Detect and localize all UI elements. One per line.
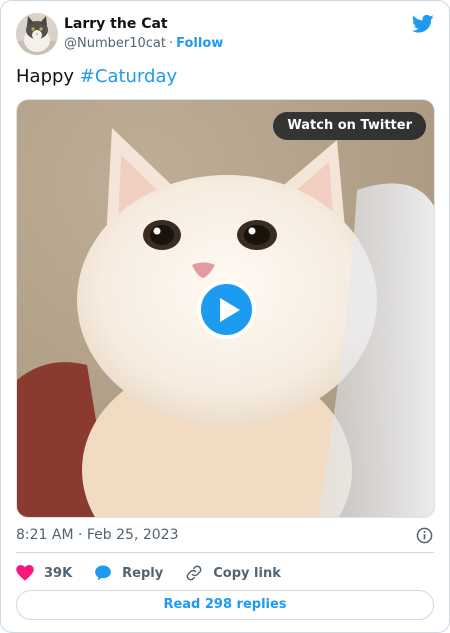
author-handle-row: @Number10cat · Follow bbox=[64, 36, 223, 51]
link-icon bbox=[186, 565, 202, 581]
tweet-timestamp[interactable]: 8:21 AM · Feb 25, 2023 bbox=[16, 527, 178, 543]
info-icon[interactable] bbox=[416, 527, 433, 544]
separator-dot: · bbox=[168, 36, 174, 51]
watch-on-twitter-button[interactable]: Watch on Twitter bbox=[273, 112, 426, 140]
tweet-text-prefix: Happy bbox=[16, 66, 80, 87]
read-replies-button[interactable]: Read 298 replies bbox=[16, 590, 434, 620]
action-bar: 39K Reply Copy link bbox=[16, 562, 303, 584]
tweet-text: Happy #Caturday bbox=[16, 66, 177, 87]
copy-link-button[interactable]: Copy link bbox=[185, 564, 281, 582]
avatar[interactable] bbox=[16, 13, 58, 55]
reply-bubble-icon bbox=[95, 565, 112, 581]
author-handle[interactable]: @Number10cat bbox=[64, 36, 166, 51]
twitter-bird-icon[interactable] bbox=[412, 14, 434, 34]
like-button[interactable]: 39K bbox=[16, 565, 72, 581]
play-icon bbox=[220, 298, 240, 322]
author-name[interactable]: Larry the Cat bbox=[64, 16, 168, 32]
hashtag-link[interactable]: #Caturday bbox=[80, 66, 177, 87]
divider bbox=[16, 552, 434, 553]
reply-label: Reply bbox=[122, 565, 164, 581]
reply-button[interactable]: Reply bbox=[94, 564, 163, 582]
like-count: 39K bbox=[44, 565, 73, 581]
heart-icon bbox=[16, 565, 34, 581]
follow-button[interactable]: Follow bbox=[176, 36, 223, 51]
tweet-card: Larry the Cat @Number10cat · Follow Happy … bbox=[0, 0, 450, 633]
play-button[interactable] bbox=[197, 280, 256, 339]
cat-avatar-image bbox=[16, 13, 58, 55]
copy-link-label: Copy link bbox=[213, 565, 281, 581]
video-media[interactable]: Watch on Twitter bbox=[16, 99, 435, 518]
